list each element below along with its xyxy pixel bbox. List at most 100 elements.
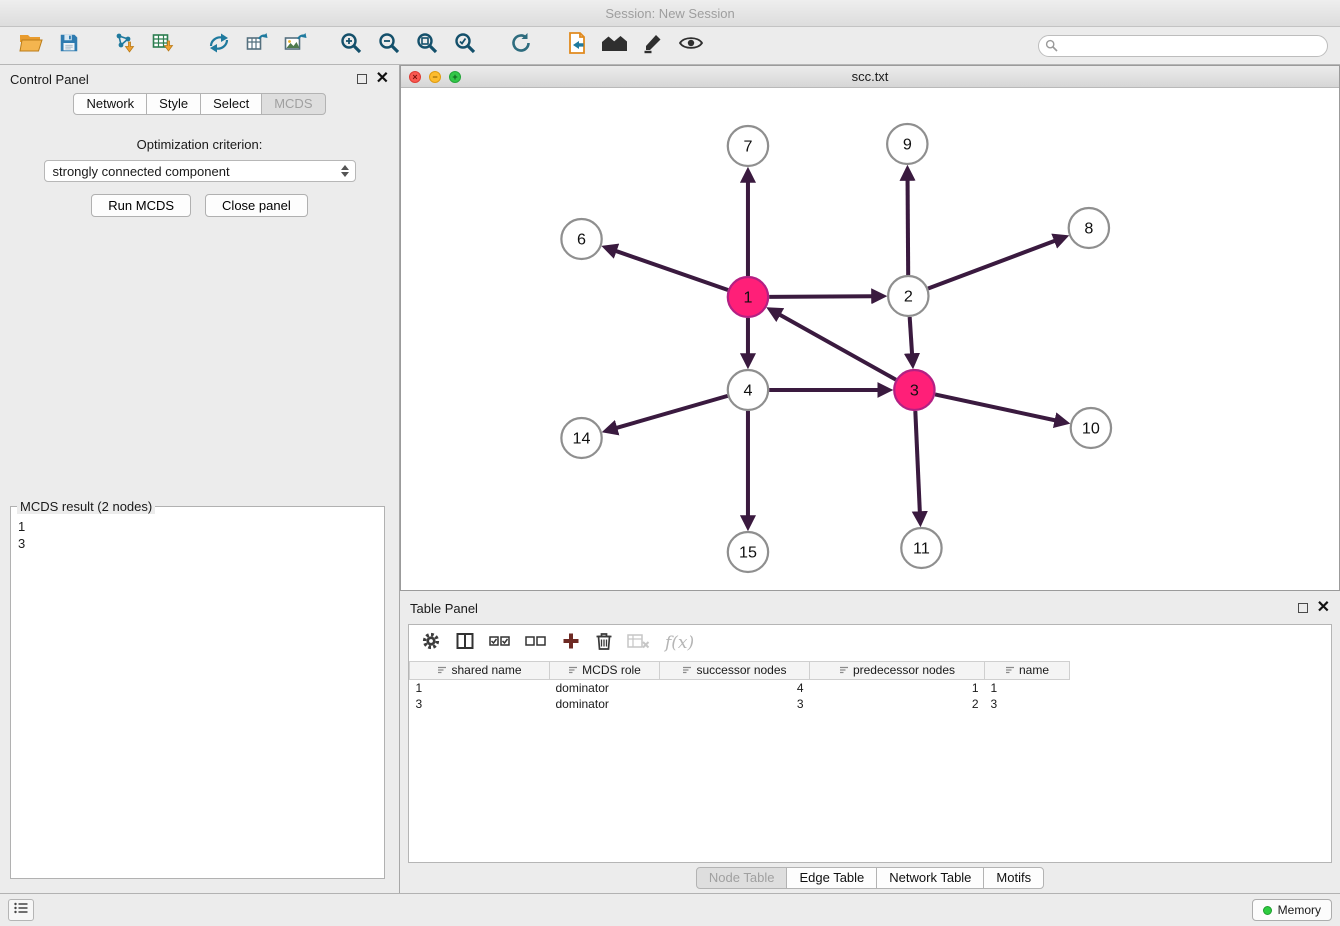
- mcds-result-lines: 1 3: [13, 516, 382, 554]
- cell-successor-nodes[interactable]: 3: [660, 696, 810, 712]
- mcds-result-box: MCDS result (2 nodes) 1 3: [10, 499, 385, 879]
- cell-name[interactable]: 1: [985, 680, 1070, 696]
- control-panel-tabs: NetworkStyleSelectMCDS: [0, 93, 399, 115]
- cell-MCDS-role[interactable]: dominator: [550, 680, 660, 696]
- eye-button[interactable]: [672, 31, 710, 61]
- zoom-in-button[interactable]: [332, 31, 370, 61]
- edge-1-2[interactable]: [769, 296, 872, 297]
- zoom-selected-icon: [453, 31, 477, 60]
- save-icon: [58, 32, 80, 59]
- mcds-result-title: MCDS result (2 nodes): [17, 499, 155, 514]
- import-table-button[interactable]: [144, 31, 182, 61]
- table-row[interactable]: 1dominator411: [410, 680, 1332, 696]
- tab-mcds[interactable]: MCDS: [261, 93, 325, 115]
- table-panel: Table Panel ✕ f(x): [400, 594, 1340, 893]
- undock-icon[interactable]: [357, 74, 367, 84]
- close-panel-button[interactable]: Close panel: [205, 194, 308, 217]
- node-table: shared nameMCDS rolesuccessor nodes prede…: [409, 661, 1331, 712]
- right-column: × − + scc.txt 7968124314101511 Table Pan…: [400, 65, 1340, 893]
- memory-status-icon: [1263, 906, 1272, 915]
- share-document-icon: [566, 31, 588, 60]
- zoom-out-button[interactable]: [370, 31, 408, 61]
- table-row[interactable]: 3dominator323: [410, 696, 1332, 712]
- network-graph[interactable]: 7968124314101511: [401, 88, 1339, 590]
- export-table-icon: [245, 31, 269, 60]
- main-toolbar: [0, 27, 1340, 65]
- minimize-window-icon[interactable]: −: [429, 71, 441, 83]
- edge-2-3[interactable]: [910, 317, 912, 354]
- save-session-button[interactable]: [50, 31, 88, 61]
- criterion-dropdown-value: strongly connected component: [53, 164, 230, 179]
- open-session-button[interactable]: [12, 31, 50, 61]
- share-document-button[interactable]: [558, 31, 596, 61]
- close-window-icon[interactable]: ×: [409, 71, 421, 83]
- edge-3-1[interactable]: [780, 315, 896, 380]
- control-panel-title: Control Panel: [10, 72, 89, 87]
- mcds-panel: Optimization criterion: strongly connect…: [0, 115, 399, 893]
- node-label-7: 7: [743, 138, 752, 156]
- tab-network[interactable]: Network: [73, 93, 147, 115]
- memory-button[interactable]: Memory: [1252, 899, 1332, 921]
- run-mcds-button[interactable]: Run MCDS: [91, 194, 191, 217]
- zoom-selected-button[interactable]: [446, 31, 484, 61]
- edge-3-10[interactable]: [935, 394, 1055, 420]
- column-header-shared-name[interactable]: shared name: [410, 662, 550, 680]
- column-header-name[interactable]: name: [985, 662, 1070, 680]
- table-settings-button[interactable]: [421, 631, 441, 656]
- cell-name[interactable]: 3: [985, 696, 1070, 712]
- search-input[interactable]: [1038, 35, 1328, 57]
- column-header-label: predecessor nodes: [853, 663, 955, 677]
- cell-successor-nodes[interactable]: 4: [660, 680, 810, 696]
- column-header-successor-nodes[interactable]: successor nodes: [660, 662, 810, 680]
- edge-2-8[interactable]: [928, 241, 1055, 289]
- tab-select[interactable]: Select: [200, 93, 262, 115]
- export-table-button[interactable]: [238, 31, 276, 61]
- tab-edge-table[interactable]: Edge Table: [786, 867, 877, 889]
- column-header-predecessor-nodes[interactable]: predecessor nodes: [810, 662, 985, 680]
- home-button[interactable]: [596, 31, 634, 61]
- tab-motifs[interactable]: Motifs: [983, 867, 1044, 889]
- cell-shared-name[interactable]: 1: [410, 680, 550, 696]
- cell-predecessor-nodes[interactable]: 2: [810, 696, 985, 712]
- undock-icon[interactable]: [1298, 603, 1308, 613]
- cell-shared-name[interactable]: 3: [410, 696, 550, 712]
- window-title: Session: New Session: [605, 6, 734, 21]
- tab-style[interactable]: Style: [146, 93, 201, 115]
- zoom-fit-button[interactable]: [408, 31, 446, 61]
- refresh-button[interactable]: [502, 31, 540, 61]
- edge-4-14[interactable]: [616, 396, 727, 428]
- node-label-3: 3: [910, 382, 919, 400]
- close-icon[interactable]: ✕: [376, 74, 389, 84]
- network-canvas[interactable]: 7968124314101511: [401, 88, 1339, 590]
- node-table-container: f(x) shared nameMCDS rolesuccessor nodes…: [408, 624, 1332, 863]
- column-sort-icon: [682, 664, 692, 678]
- zoom-out-icon: [377, 31, 401, 60]
- export-network-button[interactable]: [200, 31, 238, 61]
- task-history-button[interactable]: [8, 899, 34, 921]
- edge-1-6[interactable]: [616, 251, 728, 290]
- tab-node-table[interactable]: Node Table: [696, 867, 788, 889]
- delete-column-button[interactable]: [595, 631, 613, 656]
- select-all-columns-button[interactable]: [489, 632, 511, 655]
- cell-MCDS-role[interactable]: dominator: [550, 696, 660, 712]
- table-header-row: shared nameMCDS rolesuccessor nodes prede…: [410, 662, 1332, 680]
- node-label-15: 15: [739, 544, 757, 562]
- import-network-button[interactable]: [106, 31, 144, 61]
- export-image-button[interactable]: [276, 31, 314, 61]
- import-table-icon: [151, 31, 175, 60]
- edge-2-9[interactable]: [908, 180, 909, 275]
- maximize-window-icon[interactable]: +: [449, 71, 461, 83]
- column-header-MCDS-role[interactable]: MCDS role: [550, 662, 660, 680]
- unselect-all-columns-button[interactable]: [525, 632, 547, 655]
- close-icon[interactable]: ✕: [1317, 603, 1330, 613]
- tab-network-table[interactable]: Network Table: [876, 867, 984, 889]
- criterion-dropdown[interactable]: strongly connected component: [44, 160, 356, 182]
- zoom-in-icon: [339, 31, 363, 60]
- open-folder-icon: [18, 32, 44, 59]
- cell-filler: [1070, 680, 1332, 696]
- cell-predecessor-nodes[interactable]: 1: [810, 680, 985, 696]
- style-brush-button[interactable]: [634, 31, 672, 61]
- edge-3-11[interactable]: [915, 411, 920, 512]
- show-columns-button[interactable]: [455, 631, 475, 656]
- add-column-button[interactable]: [561, 631, 581, 656]
